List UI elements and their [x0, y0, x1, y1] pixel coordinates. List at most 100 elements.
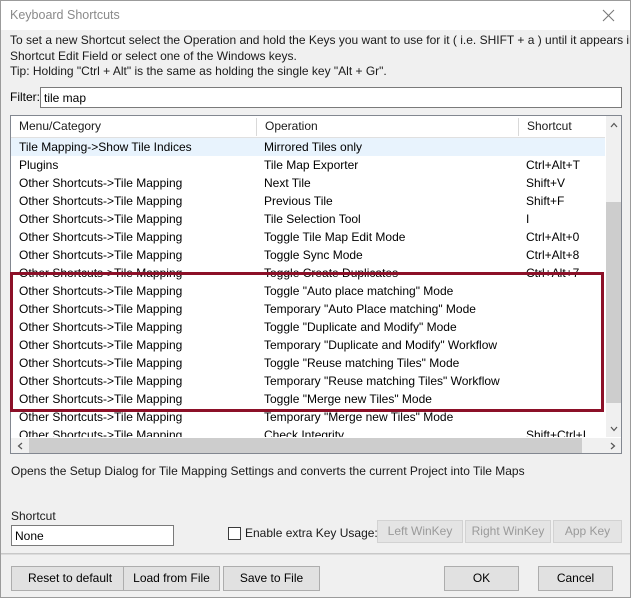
table-row[interactable]: Other Shortcuts->Tile Mapping Previous Ti… [11, 192, 606, 210]
table-row[interactable]: Other Shortcuts->Tile Mapping Toggle Sync… [11, 246, 606, 264]
cell-operation: Tile Selection Tool [264, 212, 361, 226]
cell-menu-category: Other Shortcuts->Tile Mapping [19, 410, 183, 424]
table-row[interactable]: Tile Mapping->Show Tile Indices Mirrored … [11, 138, 606, 156]
vertical-scrollbar-thumb[interactable] [606, 202, 621, 403]
scroll-up-icon[interactable] [606, 116, 621, 133]
cell-shortcut [526, 300, 606, 318]
cell-shortcut [526, 354, 606, 372]
cell-shortcut: Ctrl+Alt+0 [526, 230, 580, 244]
scroll-down-icon[interactable] [606, 420, 621, 437]
enable-extra-key-usage-label: Enable extra Key Usage: [245, 526, 378, 540]
cell-operation: Previous Tile [264, 194, 333, 208]
cell-shortcut: Ctrl+Alt+8 [526, 248, 580, 262]
table-row[interactable]: Other Shortcuts->Tile Mapping Toggle Tile… [11, 228, 606, 246]
table-row[interactable]: Other Shortcuts->Tile Mapping Temporary "… [11, 300, 606, 318]
table-row[interactable]: Other Shortcuts->Tile Mapping Toggle "Dup… [11, 318, 606, 336]
cell-shortcut [526, 336, 606, 354]
load-from-file-button[interactable]: Load from File [123, 566, 220, 591]
filter-label: Filter: [10, 90, 40, 104]
filter-row: Filter: [10, 87, 622, 108]
instruction-line-2: Shortcut Edit Field or select one of the… [10, 48, 297, 63]
cell-menu-category: Other Shortcuts->Tile Mapping [19, 194, 183, 208]
cell-menu-category: Other Shortcuts->Tile Mapping [19, 230, 183, 244]
cell-menu-category: Other Shortcuts->Tile Mapping [19, 374, 183, 388]
cell-shortcut: Shift+F [526, 194, 565, 208]
cell-shortcut: Ctrl+Alt+7 [526, 266, 580, 280]
shortcuts-list: Menu/Category Operation Shortcut Tile Ma… [10, 115, 622, 454]
cell-menu-category: Plugins [19, 158, 59, 172]
cell-shortcut [526, 390, 606, 408]
instruction-line-3: Tip: Holding "Ctrl + Alt" is the same as… [10, 64, 387, 78]
cell-shortcut: Ctrl+Alt+T [526, 158, 581, 172]
shortcut-label: Shortcut [11, 509, 56, 523]
cell-shortcut: I [526, 212, 530, 226]
table-row[interactable]: Other Shortcuts->Tile Mapping Temporary "… [11, 336, 606, 354]
cell-shortcut [526, 282, 606, 300]
cell-operation: Mirrored Tiles only [264, 140, 363, 154]
reset-to-default-button[interactable]: Reset to default [11, 566, 129, 591]
cell-shortcut [526, 372, 606, 390]
cell-menu-category: Other Shortcuts->Tile Mapping [19, 266, 183, 280]
scroll-right-icon[interactable] [604, 438, 621, 453]
list-rows: Tile Mapping->Show Tile Indices Mirrored … [11, 138, 606, 442]
keyboard-shortcuts-dialog: Keyboard Shortcuts To set a new Shortcut… [0, 0, 631, 598]
table-row[interactable]: Other Shortcuts->Tile Mapping Tile Select… [11, 210, 606, 228]
column-header-operation[interactable]: Operation [257, 116, 518, 137]
instructions-block: To set a new Shortcut select the Operati… [10, 33, 631, 80]
table-row[interactable]: Other Shortcuts->Tile Mapping Temporary "… [11, 408, 606, 426]
cell-operation: Toggle Tile Map Edit Mode [264, 230, 406, 244]
cell-shortcut [526, 318, 606, 336]
shortcut-input[interactable] [11, 525, 174, 546]
ok-button[interactable]: OK [444, 566, 519, 591]
horizontal-scrollbar-thumb[interactable] [29, 438, 582, 453]
table-row[interactable]: Other Shortcuts->Tile Mapping Toggle "Mer… [11, 390, 606, 408]
enable-extra-key-usage-checkbox[interactable] [228, 526, 241, 540]
cell-operation: Toggle "Reuse matching Tiles" Mode [264, 356, 460, 370]
description-text: Opens the Setup Dialog for Tile Mapping … [11, 464, 525, 478]
table-row[interactable]: Other Shortcuts->Tile Mapping Toggle "Reu… [11, 354, 606, 372]
column-header-menu-category[interactable]: Menu/Category [11, 116, 256, 137]
cell-operation: Temporary "Merge new Tiles" Mode [264, 410, 454, 424]
table-row[interactable]: Plugins Tile Map Exporter Ctrl+Alt+T [11, 156, 606, 174]
title-bar: Keyboard Shortcuts [1, 1, 630, 30]
cell-menu-category: Other Shortcuts->Tile Mapping [19, 302, 183, 316]
table-row[interactable]: Other Shortcuts->Tile Mapping Toggle Crea… [11, 264, 606, 282]
cancel-button[interactable]: Cancel [538, 566, 613, 591]
cell-shortcut [526, 138, 606, 156]
cell-operation: Temporary "Reuse matching Tiles" Workflo… [264, 374, 500, 388]
table-row[interactable]: Other Shortcuts->Tile Mapping Toggle "Aut… [11, 282, 606, 300]
scroll-left-icon[interactable] [11, 438, 28, 453]
cell-shortcut [526, 408, 606, 426]
enable-extra-key-usage-row[interactable]: Enable extra Key Usage: [228, 526, 378, 540]
cell-operation: Temporary "Duplicate and Modify" Workflo… [264, 338, 498, 352]
cell-menu-category: Other Shortcuts->Tile Mapping [19, 320, 183, 334]
horizontal-scrollbar[interactable] [11, 437, 621, 453]
cell-operation: Toggle "Duplicate and Modify" Mode [264, 320, 457, 334]
cell-operation: Toggle "Auto place matching" Mode [264, 284, 454, 298]
instruction-line-1: To set a new Shortcut select the Operati… [10, 33, 631, 47]
cell-menu-category: Other Shortcuts->Tile Mapping [19, 392, 183, 406]
close-icon[interactable] [586, 1, 630, 29]
app-key-button[interactable]: App Key [553, 520, 622, 543]
cell-operation: Toggle Create Duplicates [264, 266, 399, 280]
cell-menu-category: Other Shortcuts->Tile Mapping [19, 248, 183, 262]
cell-operation: Temporary "Auto Place matching" Mode [264, 302, 476, 316]
filter-input[interactable] [40, 87, 622, 108]
cell-shortcut: Shift+V [526, 176, 566, 190]
cell-menu-category: Other Shortcuts->Tile Mapping [19, 176, 183, 190]
cell-operation: Toggle Sync Mode [264, 248, 363, 262]
window-title: Keyboard Shortcuts [10, 8, 120, 22]
left-winkey-button[interactable]: Left WinKey [377, 520, 463, 543]
cell-menu-category: Tile Mapping->Show Tile Indices [19, 140, 192, 154]
column-header-shortcut[interactable]: Shortcut [519, 116, 605, 137]
cell-operation: Tile Map Exporter [264, 158, 359, 172]
cell-operation: Toggle "Merge new Tiles" Mode [264, 392, 432, 406]
right-winkey-button[interactable]: Right WinKey [465, 520, 551, 543]
cell-operation: Next Tile [264, 176, 311, 190]
footer-separator [1, 553, 630, 555]
cell-menu-category: Other Shortcuts->Tile Mapping [19, 284, 183, 298]
vertical-scrollbar[interactable] [605, 116, 621, 437]
table-row[interactable]: Other Shortcuts->Tile Mapping Next Tile Sh… [11, 174, 606, 192]
save-to-file-button[interactable]: Save to File [223, 566, 320, 591]
table-row[interactable]: Other Shortcuts->Tile Mapping Temporary "… [11, 372, 606, 390]
